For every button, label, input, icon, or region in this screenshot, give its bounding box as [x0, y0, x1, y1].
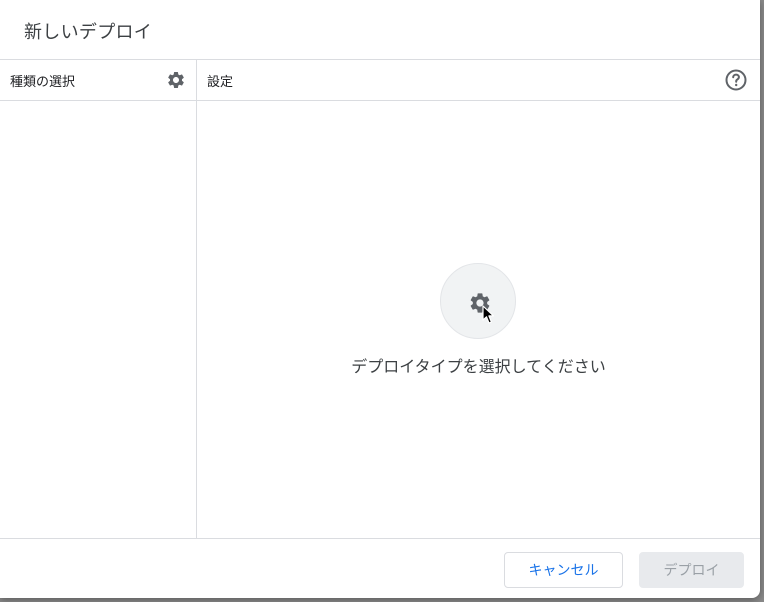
- pane-divider: [196, 59, 197, 538]
- help-circle-icon-svg: [725, 69, 747, 91]
- select-type-title: 種類の選択: [10, 75, 76, 90]
- gear-icon[interactable]: [166, 70, 186, 90]
- empty-state-message: デプロイタイプを選択してください: [351, 357, 606, 376]
- deploy-button: デプロイ: [639, 552, 744, 588]
- cancel-button[interactable]: キャンセル: [504, 552, 623, 588]
- mouse-cursor-icon: [482, 305, 496, 325]
- help-circle-icon[interactable]: [724, 68, 748, 92]
- new-deployment-dialog: 新しいデプロイ 種類の選択 設定 デプロイタイプを選択してください キャンセル …: [0, 0, 760, 598]
- dialog-header-row: 種類の選択 設定: [0, 59, 760, 101]
- mouse-cursor-svg: [482, 305, 495, 324]
- dialog-footer: キャンセル デプロイ: [0, 538, 760, 598]
- dialog-title: 新しいデプロイ: [24, 22, 153, 43]
- settings-title: 設定: [207, 75, 234, 90]
- gear-icon-svg: [168, 72, 184, 88]
- empty-state-icon-circle: [440, 263, 516, 339]
